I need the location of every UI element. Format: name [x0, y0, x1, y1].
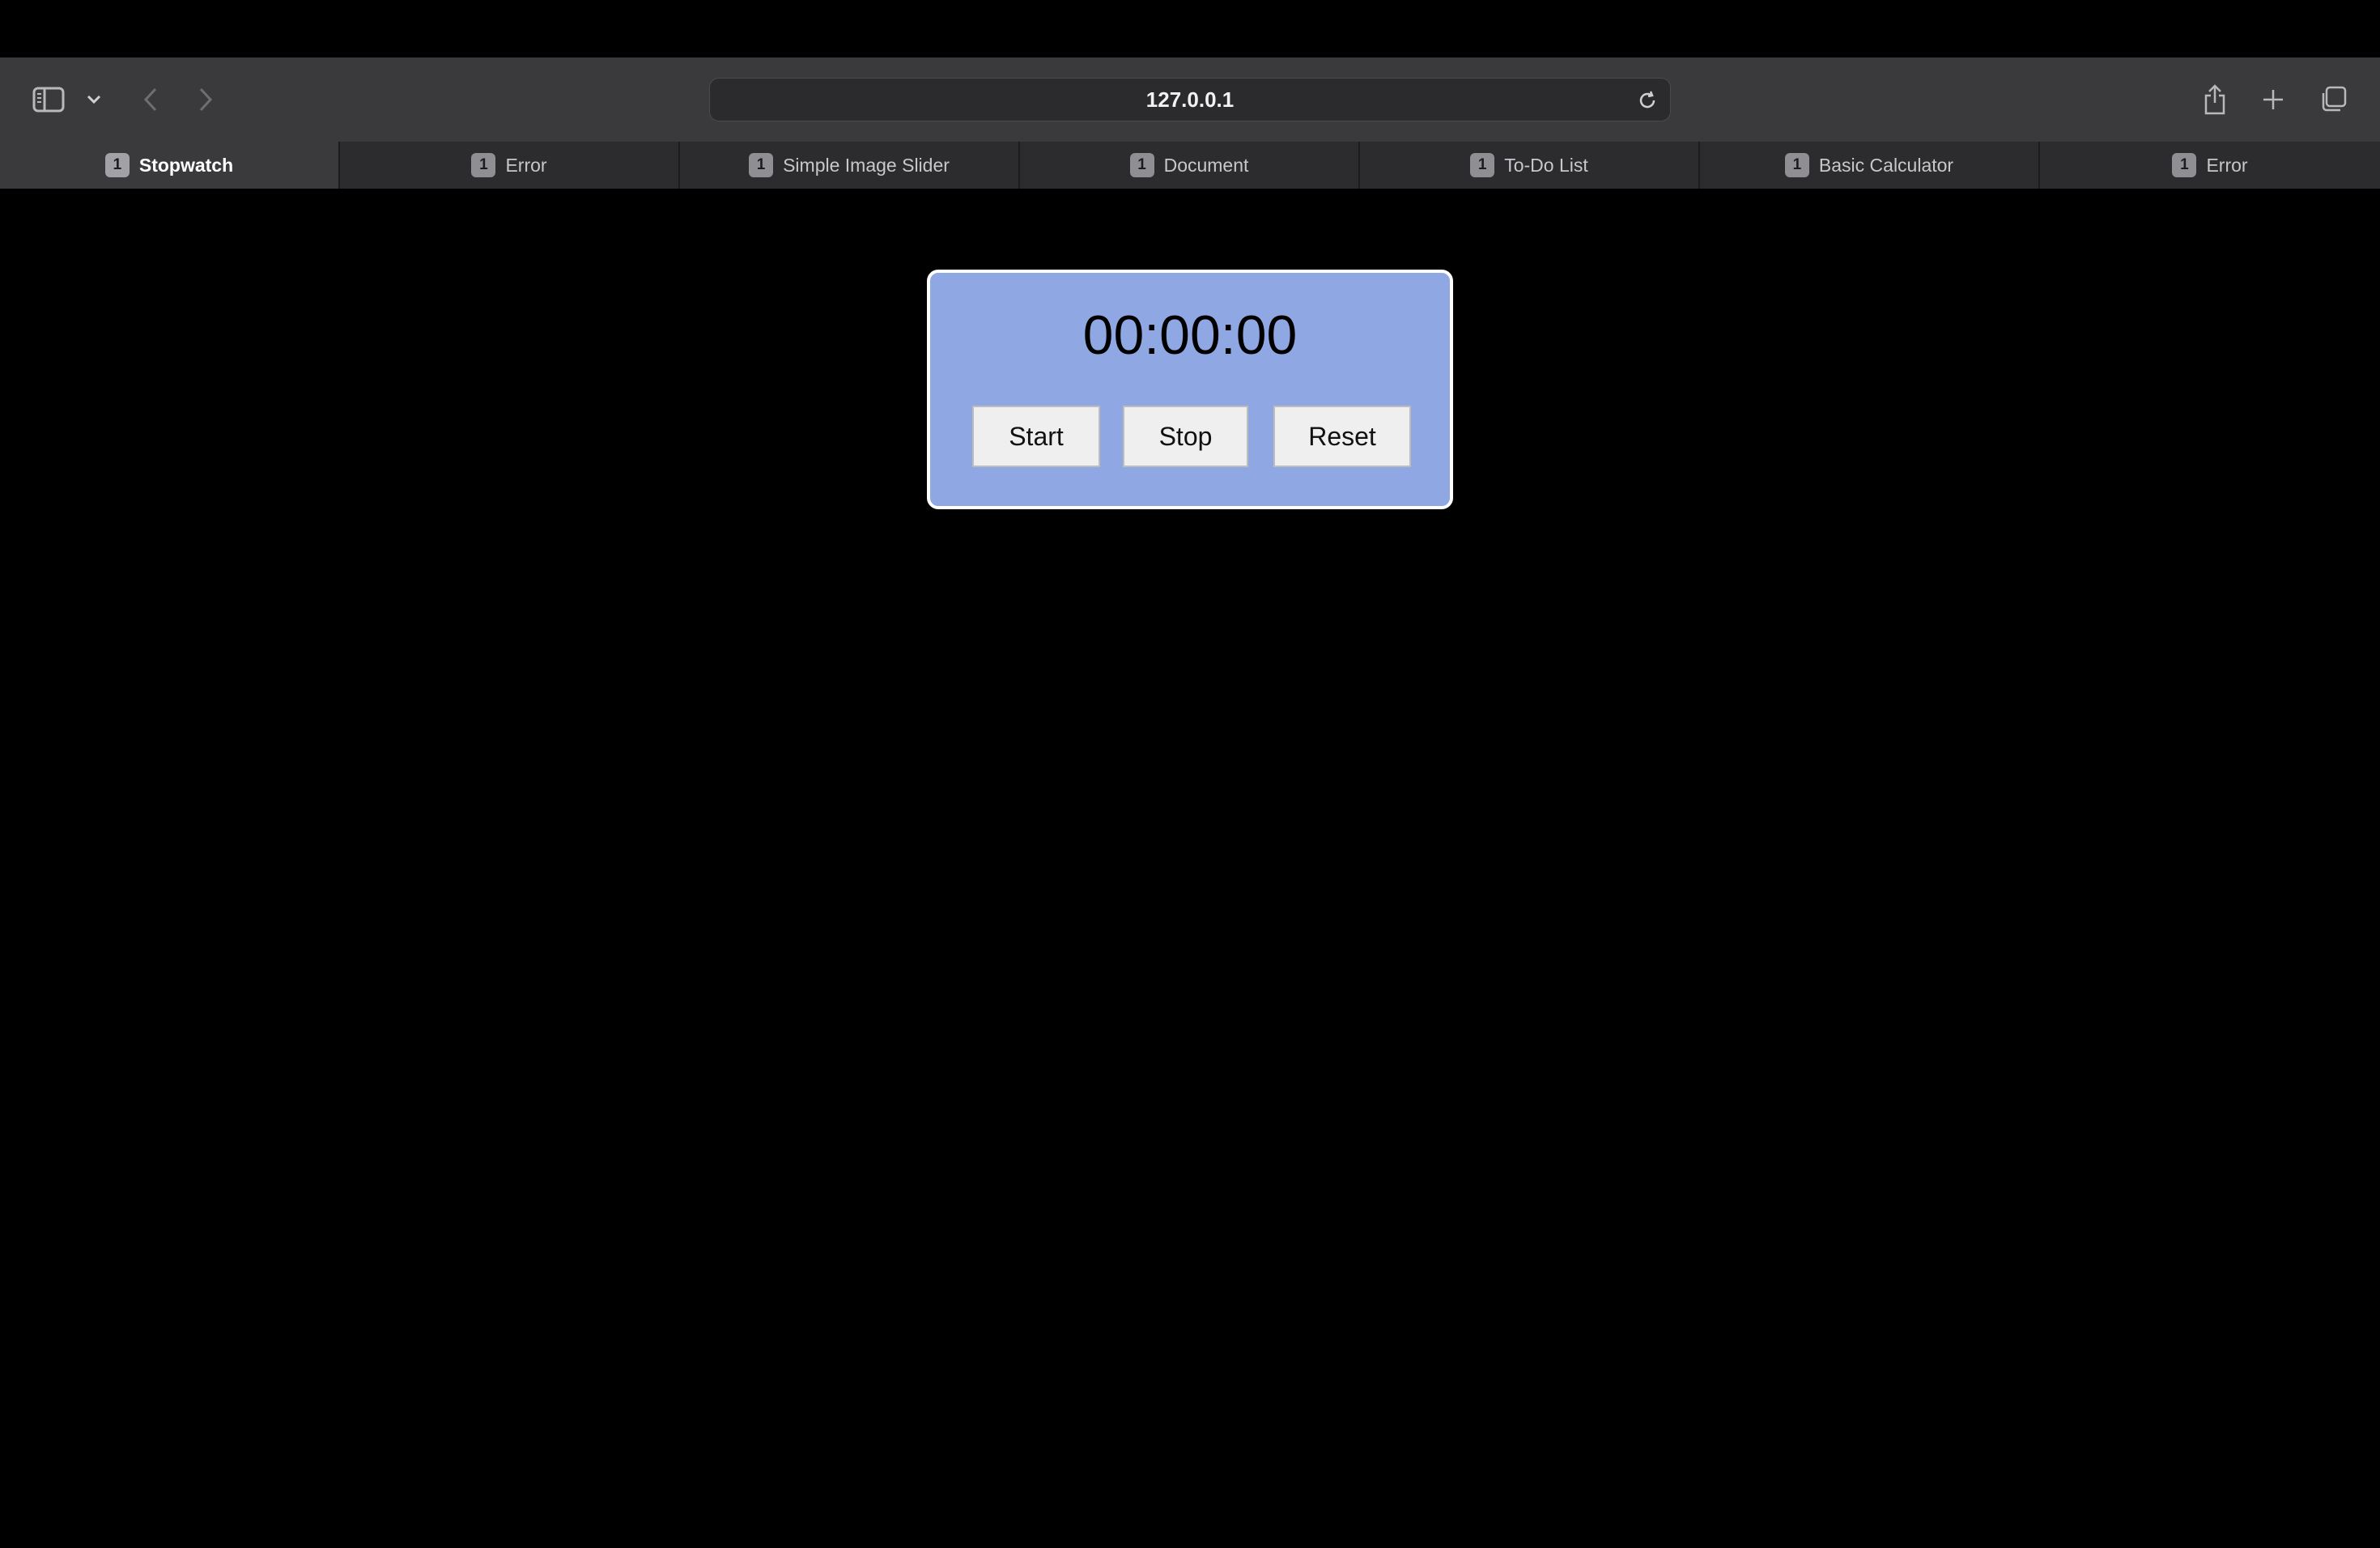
tab-title: Simple Image Slider [783, 154, 950, 176]
tab-badge: 1 [1784, 153, 1809, 177]
tab-stopwatch[interactable]: 1 Stopwatch [0, 142, 340, 189]
stop-button[interactable]: Stop [1123, 406, 1248, 467]
tab-to-do-list[interactable]: 1 To-Do List [1360, 142, 1700, 189]
tab-title: Stopwatch [138, 154, 234, 176]
tab-badge: 1 [1470, 153, 1495, 177]
reset-button[interactable]: Reset [1273, 406, 1411, 467]
address-text: 127.0.0.1 [1145, 87, 1235, 112]
reload-icon[interactable] [1633, 86, 1662, 115]
start-button[interactable]: Start [972, 406, 1100, 467]
tab-title: Error [505, 154, 547, 176]
chevron-down-icon[interactable] [83, 88, 105, 111]
tab-error-2[interactable]: 1 Error [2040, 142, 2380, 189]
tab-badge: 1 [749, 153, 774, 177]
share-icon[interactable] [2197, 80, 2233, 119]
tab-overview-icon[interactable] [2315, 82, 2351, 117]
menu-bar-strip [0, 0, 2380, 57]
time-display: 00:00:00 [1082, 304, 1298, 366]
tab-badge: 1 [104, 153, 130, 177]
browser-toolbar: 127.0.0.1 [0, 57, 2380, 142]
tab-basic-calculator[interactable]: 1 Basic Calculator [1700, 142, 2040, 189]
address-bar[interactable]: 127.0.0.1 [709, 78, 1671, 121]
tab-title: To-Do List [1504, 154, 1588, 176]
tab-title: Document [1163, 154, 1249, 176]
tab-title: Error [2206, 154, 2248, 176]
page-content: 00:00:00 Start Stop Reset [0, 189, 2380, 1548]
sidebar-toggle-icon[interactable] [31, 82, 66, 117]
tab-bar: 1 Stopwatch 1 Error 1 Simple Image Slide… [0, 142, 2380, 189]
tab-document[interactable]: 1 Document [1020, 142, 1360, 189]
back-arrow-icon[interactable] [133, 82, 168, 117]
tab-badge: 1 [1129, 153, 1154, 177]
tab-badge: 1 [2172, 153, 2197, 177]
forward-arrow-icon[interactable] [188, 82, 223, 117]
stopwatch-panel: 00:00:00 Start Stop Reset [927, 270, 1453, 509]
tab-badge: 1 [471, 153, 496, 177]
tab-simple-image-slider[interactable]: 1 Simple Image Slider [680, 142, 1020, 189]
tab-error[interactable]: 1 Error [340, 142, 680, 189]
new-tab-icon[interactable] [2255, 82, 2291, 117]
tab-title: Basic Calculator [1818, 154, 1954, 176]
